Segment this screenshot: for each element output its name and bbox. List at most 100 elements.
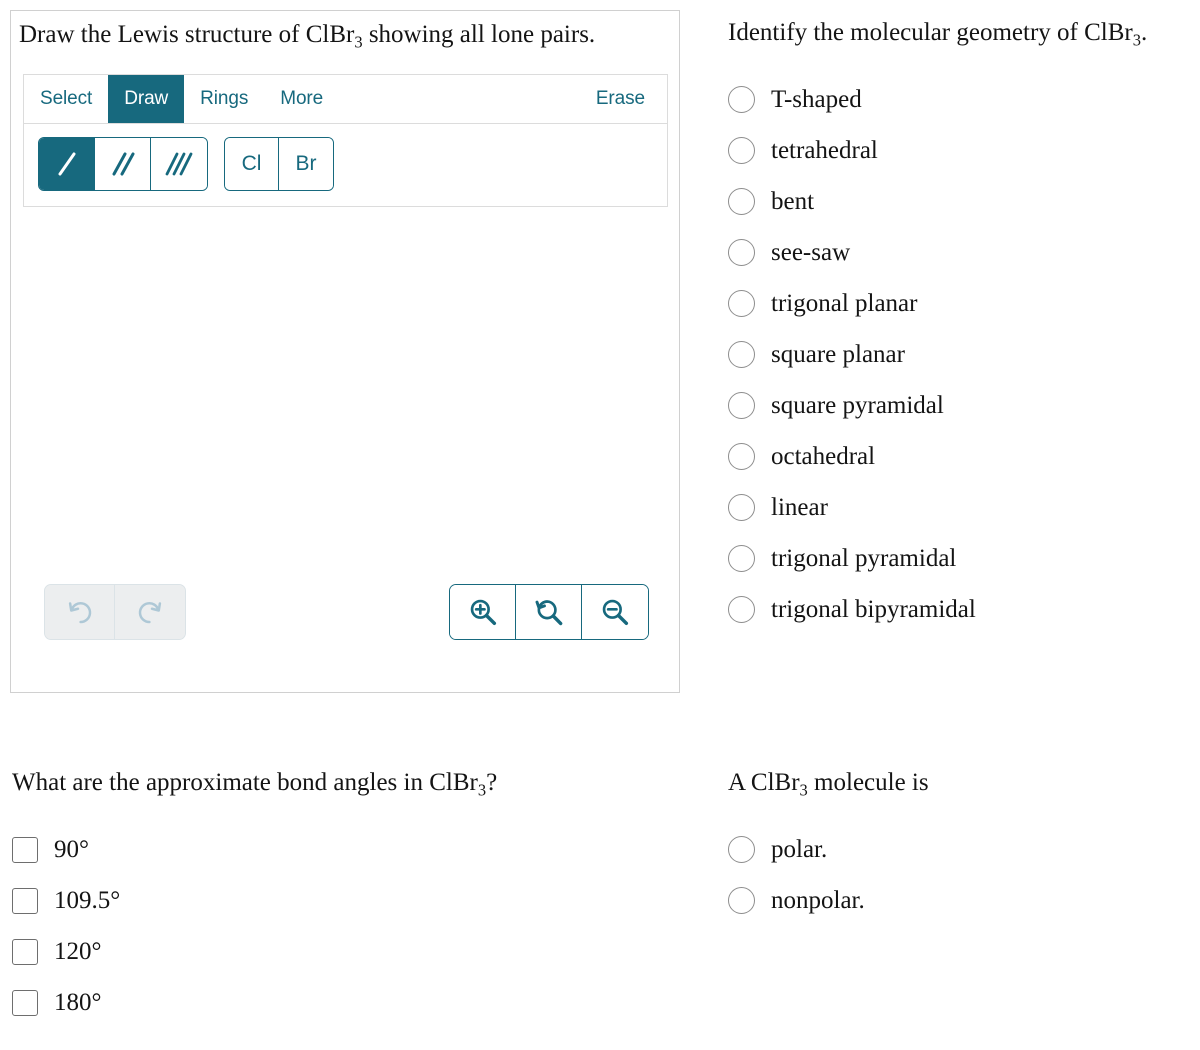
radio-trigonal-bipyramidal[interactable] (728, 596, 755, 624)
option-bond-angle-90[interactable]: 90° (12, 824, 652, 875)
checkbox-bond-angle-120[interactable] (12, 938, 38, 965)
radio-polar[interactable] (728, 836, 755, 864)
option-see-saw[interactable]: see-saw (728, 227, 1198, 278)
editor-toolbox: Select Draw Rings More Erase Cl Br (23, 74, 668, 207)
radio-nonpolar[interactable] (728, 887, 755, 915)
option-label: trigonal planar (771, 289, 918, 317)
zoom-button-group (449, 584, 649, 640)
option-label: square pyramidal (771, 391, 944, 419)
question-molecular-geometry-title-prefix: Identify the molecular geometry of ClBr (728, 19, 1133, 46)
radio-tetrahedral[interactable] (728, 137, 755, 165)
question-bond-angles-title-prefix: What are the approximate bond angles in … (12, 769, 478, 796)
zoom-out-button[interactable] (582, 585, 648, 639)
question-polarity-title-suffix: molecule is (807, 769, 929, 796)
zoom-reset-icon (535, 600, 562, 626)
radio-linear[interactable] (728, 494, 755, 522)
radio-t-shaped[interactable] (728, 86, 755, 114)
double-bond-button[interactable] (95, 138, 151, 190)
option-label: 180° (54, 988, 102, 1016)
question-molecular-geometry-title-subscript: 3 (1132, 30, 1141, 50)
element-button-br[interactable]: Br (279, 138, 333, 190)
undo-button[interactable] (45, 585, 115, 639)
option-label: polar. (771, 835, 828, 863)
question-bond-angles-title-subscript: 3 (477, 780, 487, 800)
element-button-cl[interactable]: Cl (225, 138, 279, 190)
option-label: octahedral (771, 442, 876, 470)
radio-bent[interactable] (728, 188, 755, 216)
bond-tool-group (38, 137, 208, 191)
zoom-in-icon (470, 599, 496, 626)
history-button-group (44, 584, 186, 640)
bond-angle-option-list: 90° 109.5° 120° 180° (12, 824, 652, 1028)
option-trigonal-planar[interactable]: trigonal planar (728, 278, 1198, 329)
option-label: 90° (54, 835, 89, 863)
option-trigonal-bipyramidal[interactable]: trigonal bipyramidal (728, 584, 1198, 635)
radio-trigonal-pyramidal[interactable] (728, 545, 755, 573)
zoom-reset-button[interactable] (516, 585, 582, 639)
option-label: bent (771, 187, 815, 215)
single-bond-button[interactable] (39, 138, 95, 190)
erase-button[interactable]: Erase (580, 75, 667, 123)
question-molecular-geometry: Identify the molecular geometry of ClBr3… (728, 18, 1198, 635)
zoom-in-button[interactable] (450, 585, 516, 639)
option-label: 120° (54, 937, 102, 965)
option-bent[interactable]: bent (728, 176, 1198, 227)
undo-icon (68, 602, 91, 624)
option-label: see-saw (771, 238, 851, 266)
polarity-option-list: polar. nonpolar. (728, 824, 1168, 926)
triple-bond-button[interactable] (151, 138, 207, 190)
editor-prompt-subscript: 3 (354, 32, 363, 52)
option-label: tetrahedral (771, 136, 878, 164)
question-polarity-title: A ClBr3 molecule is (728, 768, 1168, 800)
option-label: trigonal bipyramidal (771, 595, 976, 623)
zoom-out-icon (602, 599, 629, 626)
editor-prompt-prefix: Draw the Lewis structure of ClBr (19, 21, 355, 48)
triple-bond-icon (165, 152, 193, 176)
option-t-shaped[interactable]: T-shaped (728, 74, 1198, 125)
tab-rings[interactable]: Rings (184, 75, 264, 123)
question-bond-angles-title: What are the approximate bond angles in … (12, 768, 652, 800)
radio-octahedral[interactable] (728, 443, 755, 471)
radio-trigonal-planar[interactable] (728, 290, 755, 318)
option-label: trigonal pyramidal (771, 544, 957, 572)
option-label: square planar (771, 340, 905, 368)
radio-square-planar[interactable] (728, 341, 755, 369)
option-tetrahedral[interactable]: tetrahedral (728, 125, 1198, 176)
option-bond-angle-109-5[interactable]: 109.5° (12, 875, 652, 926)
editor-prompt: Draw the Lewis structure of ClBr3 showin… (11, 11, 679, 52)
molecular-geometry-option-list: T-shaped tetrahedral bent see-saw trigon… (728, 74, 1198, 635)
option-polar[interactable]: polar. (728, 824, 1168, 875)
redo-icon (138, 602, 162, 624)
option-label: 109.5° (54, 886, 121, 914)
option-bond-angle-120[interactable]: 120° (12, 926, 652, 977)
option-linear[interactable]: linear (728, 482, 1198, 533)
question-polarity-title-prefix: A ClBr (728, 769, 800, 796)
tab-select[interactable]: Select (24, 75, 108, 123)
option-trigonal-pyramidal[interactable]: trigonal pyramidal (728, 533, 1198, 584)
option-nonpolar[interactable]: nonpolar. (728, 875, 1168, 926)
tab-more[interactable]: More (264, 75, 339, 123)
radio-see-saw[interactable] (728, 239, 755, 267)
option-label: T-shaped (771, 85, 862, 113)
question-polarity: A ClBr3 molecule is polar. nonpolar. (728, 768, 1168, 926)
question-polarity-title-subscript: 3 (799, 780, 808, 800)
option-square-pyramidal[interactable]: square pyramidal (728, 380, 1198, 431)
checkbox-bond-angle-109-5[interactable] (12, 887, 38, 914)
option-octahedral[interactable]: octahedral (728, 431, 1198, 482)
question-bond-angles-title-suffix: ? (486, 769, 498, 796)
question-molecular-geometry-title-suffix: . (1141, 19, 1148, 46)
redo-button[interactable] (115, 585, 185, 639)
editor-tool-row: Cl Br (24, 124, 667, 206)
lewis-structure-editor-panel: Draw the Lewis structure of ClBr3 showin… (10, 10, 680, 693)
page-root: Draw the Lewis structure of ClBr3 showin… (0, 0, 1200, 1050)
option-bond-angle-180[interactable]: 180° (12, 977, 652, 1028)
question-molecular-geometry-title: Identify the molecular geometry of ClBr3… (728, 18, 1198, 50)
single-bond-icon (58, 152, 75, 176)
option-label: linear (771, 493, 828, 521)
option-square-planar[interactable]: square planar (728, 329, 1198, 380)
checkbox-bond-angle-90[interactable] (12, 836, 38, 863)
checkbox-bond-angle-180[interactable] (12, 989, 38, 1016)
tab-draw[interactable]: Draw (108, 75, 185, 123)
radio-square-pyramidal[interactable] (728, 392, 755, 420)
tabbar-spacer (339, 75, 580, 123)
